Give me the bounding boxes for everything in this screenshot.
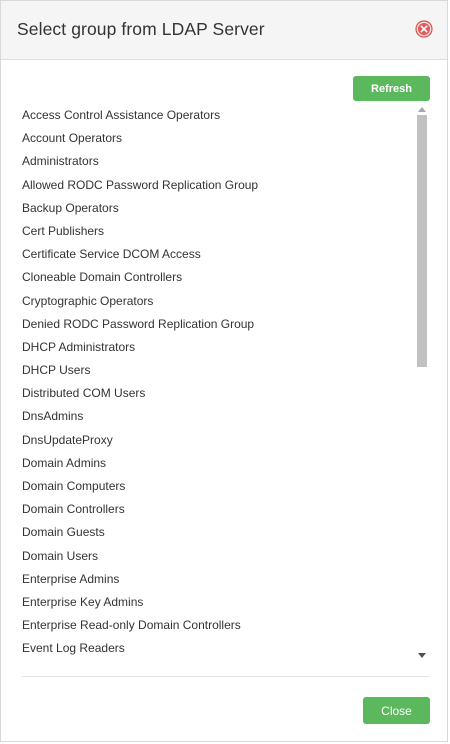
- ldap-group-dialog: Select group from LDAP Server Refresh Ac…: [0, 0, 448, 742]
- footer-divider: [22, 676, 430, 677]
- list-item[interactable]: Cryptographic Operators: [22, 290, 430, 313]
- dialog-title: Select group from LDAP Server: [17, 19, 265, 39]
- list-item[interactable]: DHCP Administrators: [22, 336, 430, 359]
- list-item[interactable]: Cert Publishers: [22, 220, 430, 243]
- scroll-down-arrow-icon[interactable]: [416, 650, 428, 660]
- group-list[interactable]: Access Control Assistance Operators Accou…: [22, 104, 430, 660]
- list-item[interactable]: Access Control Assistance Operators: [22, 104, 430, 127]
- close-button[interactable]: Close: [363, 697, 430, 724]
- list-item[interactable]: Domain Computers: [22, 475, 430, 498]
- list-item[interactable]: Administrators: [22, 150, 430, 173]
- list-item[interactable]: Account Operators: [22, 127, 430, 150]
- list-item[interactable]: Event Log Readers: [22, 637, 430, 660]
- list-item[interactable]: DnsAdmins: [22, 405, 430, 428]
- list-item[interactable]: DnsUpdateProxy: [22, 429, 430, 452]
- refresh-button[interactable]: Refresh: [353, 76, 430, 101]
- close-circle-icon[interactable]: [415, 20, 433, 38]
- list-item[interactable]: DHCP Users: [22, 359, 430, 382]
- list-item[interactable]: Denied RODC Password Replication Group: [22, 313, 430, 336]
- list-item[interactable]: Domain Guests: [22, 521, 430, 544]
- list-item[interactable]: Domain Users: [22, 545, 430, 568]
- scroll-up-arrow-icon[interactable]: [416, 104, 428, 114]
- list-item[interactable]: Enterprise Key Admins: [22, 591, 430, 614]
- list-item[interactable]: Allowed RODC Password Replication Group: [22, 174, 430, 197]
- list-item[interactable]: Certificate Service DCOM Access: [22, 243, 430, 266]
- list-item[interactable]: Distributed COM Users: [22, 382, 430, 405]
- list-item[interactable]: Domain Admins: [22, 452, 430, 475]
- list-item[interactable]: Backup Operators: [22, 197, 430, 220]
- list-item[interactable]: Enterprise Read-only Domain Controllers: [22, 614, 430, 637]
- list-item[interactable]: Cloneable Domain Controllers: [22, 266, 430, 289]
- list-item[interactable]: Domain Controllers: [22, 498, 430, 521]
- scrollbar-thumb[interactable]: [417, 115, 427, 367]
- list-item[interactable]: Enterprise Admins: [22, 568, 430, 591]
- dialog-header: Select group from LDAP Server: [1, 1, 447, 60]
- list-scrollbar[interactable]: [416, 104, 428, 660]
